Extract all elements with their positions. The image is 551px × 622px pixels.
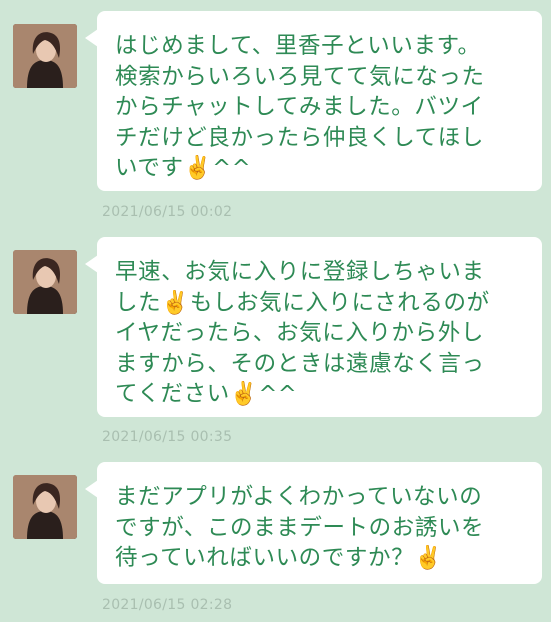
message-bubble[interactable]: まだアプリがよくわかっていないの ですが、このままデートのお誘いを 待っていれば… [85,462,542,584]
message-bubble[interactable]: 早速、お気に入りに登録しちゃいま した✌️もしお気に入りにされるのが イヤだった… [85,237,542,417]
message-text: 早速、お気に入りに登録しちゃいま した✌️もしお気に入りにされるのが イヤだった… [115,259,490,407]
message-timestamp: 2021/06/15 00:35 [102,429,233,445]
message-bubble[interactable]: はじめまして、里香子といいます。 検索からいろいろ見てて気になった からチャット… [85,11,542,191]
message-text: まだアプリがよくわかっていないの ですが、このままデートのお誘いを 待っていれば… [115,484,485,571]
avatar[interactable] [13,475,77,539]
message-text: はじめまして、里香子といいます。 検索からいろいろ見てて気になった からチャット… [115,33,485,181]
message-timestamp: 2021/06/15 00:02 [102,204,233,220]
message-timestamp: 2021/06/15 02:28 [102,597,233,613]
avatar[interactable] [13,250,77,314]
avatar[interactable] [13,24,77,88]
